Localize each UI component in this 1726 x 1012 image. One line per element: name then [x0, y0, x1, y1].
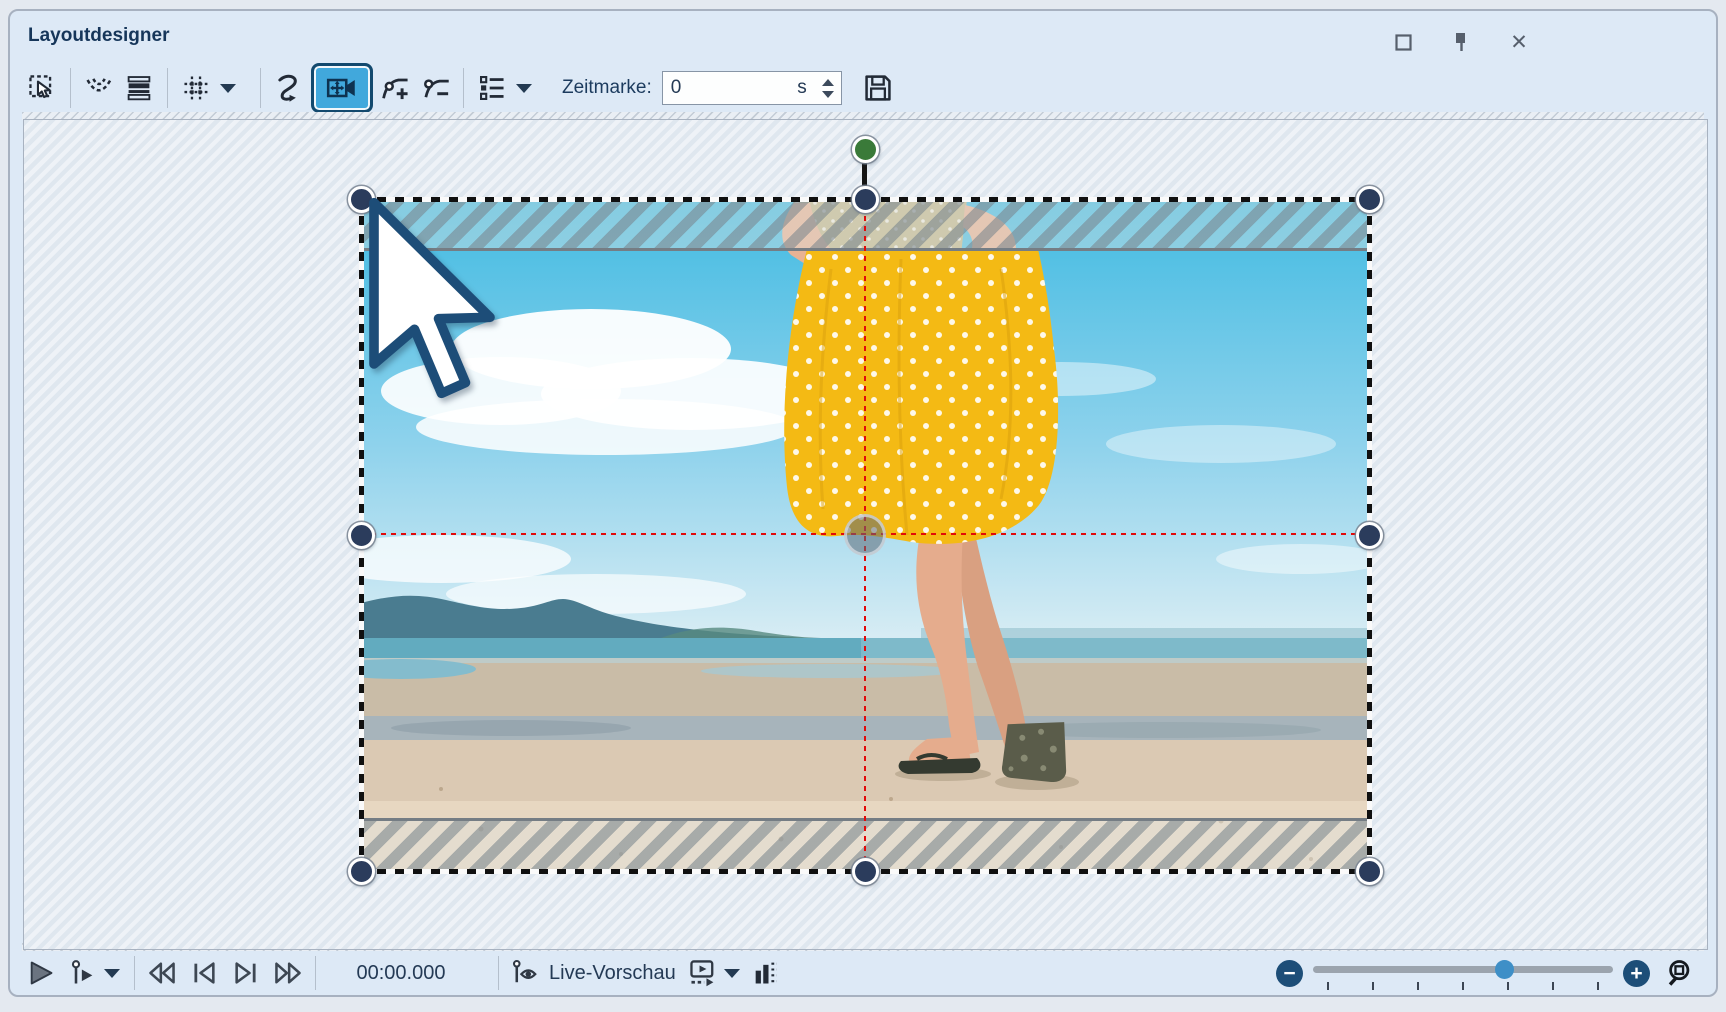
curve-mode-button[interactable] — [269, 67, 309, 109]
add-keyframe-icon — [382, 78, 408, 100]
next-frame-icon — [235, 962, 256, 984]
preview-menu-caret[interactable] — [723, 968, 740, 978]
canvas-zoom-controls: − + — [1276, 951, 1698, 995]
zeitmarke-unit: s — [797, 77, 807, 98]
zoom-slider-thumb[interactable] — [1495, 960, 1514, 979]
mouse-cursor-icon — [369, 197, 495, 399]
object-list-menu-caret[interactable] — [516, 83, 532, 93]
skip-to-start-button[interactable] — [145, 956, 179, 990]
transport-separator — [315, 956, 316, 990]
resize-handle-bottom-right[interactable] — [1355, 857, 1383, 885]
save-icon — [865, 75, 891, 101]
spinner-up-icon[interactable] — [821, 78, 834, 86]
zoom-slider[interactable] — [1313, 958, 1613, 990]
layoutdesigner-window: Layoutdesigner ✕ Zeitmarke: 0 s 00:00.00… — [8, 9, 1718, 997]
rotation-handle[interactable] — [851, 135, 879, 163]
curve-mode-icon — [278, 74, 297, 102]
toolbar-separator — [70, 68, 71, 108]
grid-icon — [184, 76, 208, 100]
titlebar: Layoutdesigner ✕ — [10, 11, 1716, 59]
zoom-slider-ticks — [1327, 982, 1599, 990]
next-frame-button[interactable] — [229, 956, 263, 990]
zeitmarke-value: 0 — [670, 77, 682, 98]
timecode-display: 00:00.000 — [356, 961, 446, 984]
maximize-icon — [1394, 33, 1412, 51]
previous-frame-icon — [194, 962, 215, 984]
live-preview-label: Live-Vorschau — [549, 961, 676, 984]
grid-button[interactable] — [176, 67, 216, 109]
resize-handle-top-right[interactable] — [1355, 185, 1383, 213]
camera-pan-button[interactable] — [311, 63, 373, 113]
zeitmarke-label: Zeitmarke: — [562, 77, 652, 98]
pin-icon — [1456, 33, 1465, 51]
toolbar-separator — [167, 68, 168, 108]
camera-pan-icon — [326, 78, 355, 98]
resize-handle-bottom-center[interactable] — [851, 857, 879, 885]
object-list-button[interactable] — [472, 67, 512, 109]
remove-keyframe-icon — [424, 79, 449, 98]
layers-icon — [127, 76, 151, 101]
remove-keyframe-button[interactable] — [415, 67, 455, 109]
resize-handle-middle-left[interactable] — [347, 521, 375, 549]
play-menu-caret[interactable] — [104, 968, 120, 978]
transport-bar: 00:00.000 Live-Vorschau − + — [10, 951, 1716, 995]
zeitmarke-input[interactable]: 0 s — [661, 71, 842, 105]
spinner-down-icon[interactable] — [821, 90, 834, 98]
center-handle[interactable] — [844, 514, 886, 556]
zoom-slider-track[interactable] — [1313, 966, 1613, 973]
previous-frame-button[interactable] — [187, 956, 221, 990]
statistics-button[interactable] — [750, 956, 780, 990]
layers-button[interactable] — [119, 67, 159, 109]
pin-button[interactable] — [1448, 29, 1474, 55]
motion-curves-icon — [86, 78, 112, 92]
add-keyframe-button[interactable] — [375, 67, 415, 109]
object-list-icon — [480, 76, 504, 100]
close-button[interactable]: ✕ — [1506, 29, 1532, 55]
selected-image-object[interactable] — [347, 135, 1383, 885]
transport-separator — [498, 956, 499, 990]
select-tool-icon — [29, 75, 52, 99]
motion-curves-button[interactable] — [79, 67, 119, 109]
marker-eye-icon — [512, 959, 537, 983]
live-preview-toggle[interactable] — [509, 956, 543, 990]
preview-window-icon — [690, 960, 714, 987]
resize-handle-top-center[interactable] — [851, 185, 879, 213]
resize-handle-bottom-left[interactable] — [347, 857, 375, 885]
play-from-marker-icon — [71, 960, 93, 984]
skip-to-end-icon — [275, 962, 301, 984]
zoom-out-button[interactable]: − — [1276, 959, 1303, 987]
skip-to-end-button[interactable] — [271, 956, 305, 990]
window-title: Layoutdesigner — [28, 25, 170, 46]
zoom-fit-icon — [1668, 960, 1690, 986]
maximize-button[interactable] — [1390, 29, 1416, 55]
zoom-fit-button[interactable] — [1664, 956, 1698, 990]
toolbar: Zeitmarke: 0 s — [10, 61, 1716, 115]
play-button[interactable] — [24, 956, 58, 990]
resize-handle-middle-right[interactable] — [1355, 521, 1383, 549]
zoom-in-button[interactable]: + — [1623, 959, 1650, 987]
layout-canvas[interactable] — [23, 119, 1708, 950]
play-from-marker-button[interactable] — [66, 956, 100, 990]
toolbar-separator — [463, 68, 464, 108]
toolbar-separator — [260, 68, 261, 108]
transport-separator — [134, 956, 135, 990]
skip-to-start-icon — [149, 962, 175, 984]
statistics-icon — [755, 962, 777, 984]
save-keyframe-button[interactable] — [858, 67, 898, 109]
play-icon — [30, 961, 53, 985]
select-tool-button[interactable] — [22, 67, 62, 109]
grid-menu-caret[interactable] — [220, 83, 236, 93]
preview-window-button[interactable] — [686, 956, 720, 990]
zeitmarke-spinner[interactable] — [817, 73, 839, 103]
